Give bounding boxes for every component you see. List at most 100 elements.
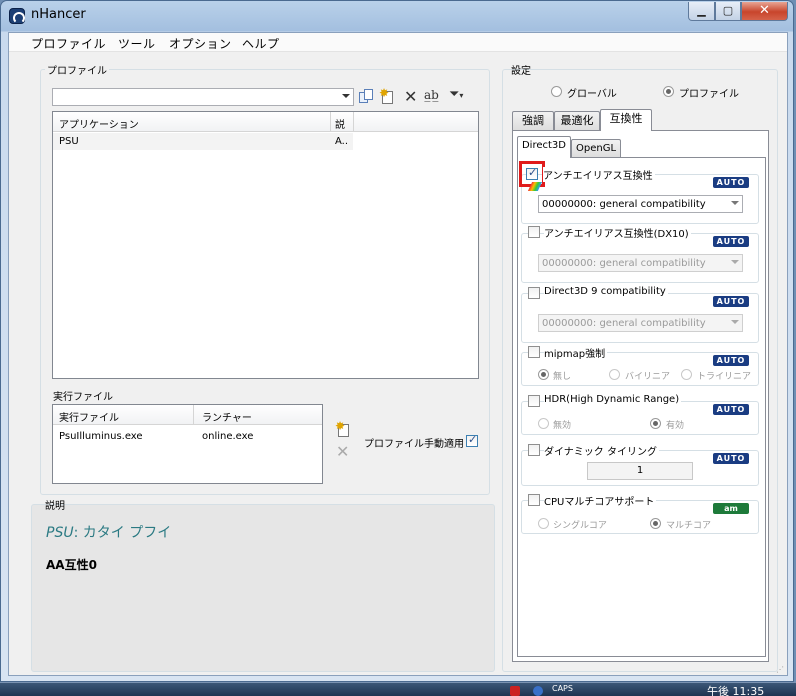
mipmap-none-label: 無し: [553, 372, 572, 382]
mipmap-trilinear-label: トライリニア: [697, 372, 752, 382]
row-app: PSU: [59, 136, 79, 147]
table-row[interactable]: PsuIlluminus.exe online.exe: [53, 429, 322, 445]
auto-badge: AUTO: [713, 236, 749, 247]
auto-badge: AUTO: [713, 355, 749, 366]
filter-icon[interactable]: ⏷▾: [449, 87, 463, 102]
chevron-down-icon: [342, 94, 350, 98]
close-button[interactable]: ✕: [741, 2, 788, 21]
d3d9-checkbox[interactable]: [528, 287, 540, 299]
mipmap-checkbox[interactable]: [528, 346, 540, 358]
chevron-down-icon: [731, 201, 739, 205]
d3d9-dropdown[interactable]: 00000000: general compatibility: [538, 314, 743, 332]
hdr-on-label: 有効: [666, 421, 685, 431]
d3d9-label: Direct3D 9 compatibility: [544, 286, 668, 297]
hdr-label: HDR(High Dynamic Range): [544, 394, 682, 405]
d3d9-value: 00000000: general compatibility: [542, 318, 706, 329]
row-launcher: online.exe: [202, 431, 254, 442]
hdr-checkbox[interactable]: [528, 395, 540, 407]
description-title: PSU: カタイ プフイ: [46, 522, 171, 542]
description-title-app: PSU: [46, 525, 74, 541]
window-title: nHancer: [31, 7, 86, 22]
aa-compat-checkbox[interactable]: ✓: [526, 166, 538, 180]
chevron-down-icon: [731, 320, 739, 324]
profile-list[interactable]: アプリケーション 説 PSU A..: [52, 111, 479, 379]
mipmap-bilinear-label: バイリニア: [625, 372, 671, 382]
scope-profile-radio[interactable]: [663, 86, 674, 97]
menu-tools[interactable]: ツール: [118, 35, 156, 52]
check-icon: ✓: [528, 166, 538, 179]
auto-badge: AUTO: [713, 453, 749, 464]
exec-list[interactable]: 実行ファイル ランチャー PsuIlluminus.exe online.exe: [52, 404, 323, 484]
aa-dx10-checkbox[interactable]: [528, 226, 540, 238]
auto-badge: AUTO: [713, 177, 749, 188]
client-area: プロファイル ツール オプション ヘルプ プロファイル ✸ ✕ a̲b̲ ⏷▾ …: [8, 32, 788, 676]
profile-list-header: アプリケーション 説: [53, 112, 478, 132]
remove-exec-icon[interactable]: ✕: [336, 442, 349, 461]
manual-apply-label: プロファイル手動適用: [364, 439, 464, 450]
hdr-off-label: 無効: [553, 421, 572, 431]
maximize-icon: ▢: [722, 4, 734, 17]
exec-group-label: 実行ファイル: [53, 392, 113, 403]
hdr-on-radio[interactable]: [650, 418, 661, 429]
settings-group-label: 設定: [511, 66, 531, 77]
row-exec-file: PsuIlluminus.exe: [59, 431, 143, 442]
column-description[interactable]: 説: [335, 116, 345, 131]
exec-list-header: 実行ファイル ランチャー: [53, 405, 322, 425]
tray-icon[interactable]: [510, 686, 520, 696]
description-body: AA互性0: [46, 558, 97, 572]
multi-core-label: マルチコア: [666, 521, 712, 531]
check-icon: ✓: [468, 433, 478, 446]
aa-dx10-dropdown[interactable]: 00000000: general compatibility: [538, 254, 743, 272]
scope-global-radio[interactable]: [551, 86, 562, 97]
new-profile-icon[interactable]: ✸: [379, 87, 395, 105]
tiling-checkbox[interactable]: [528, 444, 540, 456]
tray-language-icon[interactable]: [533, 686, 543, 696]
title-bar[interactable]: nHancer: [1, 1, 795, 29]
tab-opengl[interactable]: OpenGL: [571, 139, 621, 158]
menu-options[interactable]: オプション: [169, 35, 232, 52]
add-exec-icon[interactable]: ✸: [335, 420, 351, 437]
single-core-radio[interactable]: [538, 518, 549, 529]
minimize-button[interactable]: ▁: [688, 2, 715, 21]
manual-apply-checkbox[interactable]: ✓: [466, 433, 478, 447]
maximize-button[interactable]: ▢: [715, 2, 741, 21]
menu-profile[interactable]: プロファイル: [31, 35, 106, 52]
app-icon: [9, 8, 25, 24]
column-launcher[interactable]: ランチャー: [202, 409, 252, 424]
aa-dx10-label: アンチエイリアス互換性(DX10): [544, 225, 691, 240]
single-core-label: シングルコア: [553, 521, 607, 531]
copy-icon[interactable]: [358, 89, 374, 105]
menu-help[interactable]: ヘルプ: [242, 35, 280, 52]
mipmap-bilinear-radio[interactable]: [609, 369, 620, 380]
profile-combo[interactable]: [52, 88, 354, 106]
table-row[interactable]: PSU A..: [53, 133, 353, 150]
description-group-label: 説明: [45, 501, 65, 512]
column-application[interactable]: アプリケーション: [59, 116, 139, 131]
row-desc: A..: [335, 136, 349, 147]
profile-group-label: プロファイル: [45, 62, 109, 77]
menu-bar: プロファイル ツール オプション ヘルプ: [9, 33, 787, 52]
tab-emphasis[interactable]: 強調: [512, 111, 554, 131]
hdr-off-radio[interactable]: [538, 418, 549, 429]
mipmap-trilinear-radio[interactable]: [681, 369, 692, 380]
mipmap-none-radio[interactable]: [538, 369, 549, 380]
aa-compat-value: 00000000: general compatibility: [542, 199, 706, 210]
tab-compatibility[interactable]: 互換性: [600, 109, 652, 131]
column-exec-file[interactable]: 実行ファイル: [59, 409, 119, 424]
multi-core-radio[interactable]: [650, 518, 661, 529]
rename-icon[interactable]: a̲b̲: [424, 88, 439, 102]
aa-compat-dropdown[interactable]: 00000000: general compatibility: [538, 195, 743, 213]
scope-global-label: グローバル: [567, 89, 617, 100]
tiling-value[interactable]: 1: [587, 462, 693, 480]
main-window: nHancer ▁ ▢ ✕ プロファイル ツール オプション ヘルプ プロファイ…: [0, 0, 794, 682]
clock[interactable]: 午後 11:35: [707, 683, 764, 696]
multicore-label: CPUマルチコアサポート: [544, 493, 657, 508]
auto-badge: AUTO: [713, 404, 749, 415]
delete-icon[interactable]: ✕: [404, 87, 417, 106]
description-title-rest: : カタイ プフイ: [73, 525, 172, 541]
resize-grip-icon[interactable]: ⋰: [776, 665, 784, 674]
taskbar: CAPS 午後 11:35: [0, 682, 796, 696]
tab-direct3d[interactable]: Direct3D: [517, 136, 571, 158]
tab-optimization[interactable]: 最適化: [554, 111, 600, 131]
multicore-checkbox[interactable]: [528, 494, 540, 506]
